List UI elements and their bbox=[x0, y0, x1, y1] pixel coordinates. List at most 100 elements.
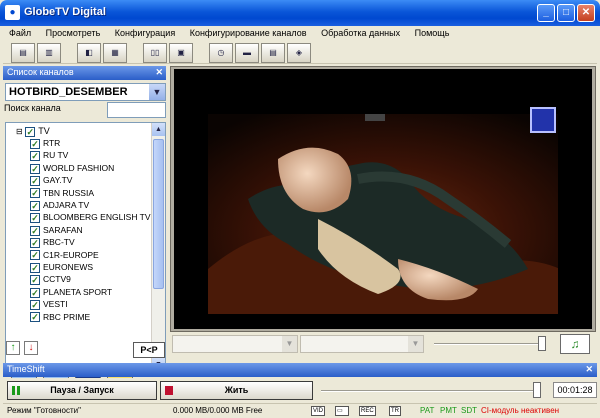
channel-list-item[interactable]: ✓ GAY.TV bbox=[30, 174, 72, 186]
schedule-icon[interactable]: ◷ bbox=[209, 43, 233, 63]
window-title: GlobeTV Digital bbox=[24, 6, 106, 18]
channel-list-item[interactable]: ✓ RU TV bbox=[30, 149, 68, 162]
channel-list-item[interactable]: ✓ SARAFAN bbox=[30, 224, 83, 236]
menu-help[interactable]: Помощь bbox=[409, 26, 456, 40]
audio-track-select[interactable]: ▼ bbox=[172, 335, 298, 353]
channel-list-header: Список каналов ✕ bbox=[3, 66, 166, 80]
close-button[interactable]: ✕ bbox=[577, 4, 595, 22]
menu-file[interactable]: Файл bbox=[3, 26, 37, 40]
channel-list-item[interactable]: ✓ RBC PRIME bbox=[30, 311, 90, 323]
channel-list-item[interactable]: ✓ EURONEWS bbox=[30, 261, 93, 273]
channel-list-close-icon[interactable]: ✕ bbox=[155, 67, 163, 78]
timeshift-close-icon[interactable]: ✕ bbox=[585, 364, 593, 375]
status-mode: Режим "Готовности" bbox=[7, 406, 81, 415]
app-globe-icon: ● bbox=[5, 5, 20, 20]
tree-root-tv[interactable]: ⊟ ✓ TV bbox=[16, 125, 50, 137]
channel-name: C1R-EUROPE bbox=[43, 249, 99, 260]
channel-checkbox[interactable]: ✓ bbox=[30, 151, 40, 162]
chevron-down-icon[interactable]: ▼ bbox=[149, 84, 165, 100]
vid-badge: VID bbox=[311, 406, 326, 416]
dual-screen-icon[interactable]: ▯▯ bbox=[143, 43, 167, 63]
channel-checkbox[interactable]: ✓ bbox=[30, 312, 40, 323]
scroll-up-icon[interactable]: ▲ bbox=[152, 123, 165, 136]
record-icon[interactable]: ◧ bbox=[77, 43, 101, 63]
ci-module-status: CI-модуль неактивен bbox=[481, 406, 560, 415]
channel-list-item[interactable]: ✓ VESTI bbox=[30, 298, 68, 310]
search-label: Поиск канала bbox=[4, 103, 61, 113]
timeshift-slider-thumb[interactable] bbox=[533, 382, 541, 398]
chevron-down-icon[interactable]: ▼ bbox=[282, 336, 297, 352]
channel-checkbox[interactable]: ✓ bbox=[30, 200, 40, 211]
scan-channels-icon[interactable]: ▤ bbox=[11, 43, 35, 63]
rec-badge: REC bbox=[359, 406, 376, 416]
menu-configuration[interactable]: Конфигурация bbox=[109, 26, 181, 40]
channel-list-item[interactable]: ✓ RBC-TV bbox=[30, 236, 75, 248]
channel-checkbox[interactable]: ✓ bbox=[30, 250, 40, 261]
channel-checkbox[interactable]: ✓ bbox=[30, 262, 40, 273]
channel-list-item[interactable]: ✓ CCTV9 bbox=[30, 273, 71, 286]
channel-checkbox[interactable]: ✓ bbox=[30, 213, 40, 224]
chevron-down-icon[interactable]: ▼ bbox=[408, 336, 423, 352]
channel-list-item[interactable]: ✓ PLANETA SPORT bbox=[30, 286, 112, 298]
channel-checkbox[interactable]: ✓ bbox=[30, 175, 40, 186]
channel-list-item[interactable]: ✓ BLOOMBERG ENGLISH TV bbox=[30, 211, 151, 224]
search-input[interactable] bbox=[107, 102, 166, 118]
picture-in-picture-icon[interactable]: ▣ bbox=[169, 43, 193, 63]
audio-track-icon[interactable]: ◈ bbox=[287, 43, 311, 63]
timeshift-header: TimeShift ✕ bbox=[3, 363, 597, 377]
channel-list-item[interactable]: ✓ RTR bbox=[30, 137, 60, 149]
checkbox[interactable]: ✓ bbox=[25, 126, 36, 137]
satellite-select[interactable]: HOTBIRD_DESEMBER ▼ bbox=[5, 83, 166, 101]
pcp-button[interactable]: P<P bbox=[133, 342, 165, 358]
channel-logo-icon bbox=[530, 107, 556, 133]
video-letterbox-right bbox=[558, 69, 592, 329]
menu-channel-configuration[interactable]: Конфигурирование каналов bbox=[184, 26, 313, 40]
volume-slider-thumb[interactable] bbox=[538, 336, 546, 351]
channel-checkbox[interactable]: ✓ bbox=[30, 287, 40, 298]
stop-icon bbox=[165, 386, 173, 395]
teletext-icon[interactable]: ▤ bbox=[261, 43, 285, 63]
volume-slider-track[interactable] bbox=[434, 343, 544, 345]
channel-name: TBN RUSSIA bbox=[43, 187, 95, 198]
channel-list-scrollbar[interactable]: ▲ ▼ bbox=[151, 123, 165, 371]
move-up-button[interactable]: ↑ bbox=[6, 341, 20, 355]
move-down-button[interactable]: ↓ bbox=[24, 341, 38, 355]
live-button[interactable]: Жить bbox=[160, 381, 313, 400]
menu-view[interactable]: Просмотреть bbox=[40, 26, 107, 40]
channel-checkbox[interactable]: ✓ bbox=[30, 188, 40, 199]
channel-list-item[interactable]: ✓ ADJARA TV bbox=[30, 199, 89, 211]
pause-resume-label: Пауза / Запуск bbox=[50, 385, 114, 395]
channel-name: BLOOMBERG ENGLISH TV bbox=[43, 212, 151, 223]
channel-name: RBC-TV bbox=[43, 237, 75, 248]
video-frame bbox=[170, 66, 596, 332]
channel-checkbox[interactable]: ✓ bbox=[30, 138, 40, 149]
channel-checkbox[interactable]: ✓ bbox=[30, 237, 40, 248]
channel-list-icon[interactable]: ▥ bbox=[37, 43, 61, 63]
channel-name: SARAFAN bbox=[43, 224, 83, 235]
channel-list-item[interactable]: ✓ WORLD FASHION bbox=[30, 162, 114, 174]
pat-indicator: PAT bbox=[420, 406, 435, 415]
minimize-button[interactable]: _ bbox=[537, 4, 555, 22]
channel-list-item[interactable]: ✓ C1R-EUROPE bbox=[30, 249, 99, 261]
collapse-icon[interactable]: ⊟ bbox=[16, 127, 23, 136]
epg-icon[interactable]: ▬ bbox=[235, 43, 259, 63]
subtitle-select[interactable]: ▼ bbox=[300, 335, 424, 353]
channel-checkbox[interactable]: ✓ bbox=[30, 163, 40, 174]
channel-checkbox[interactable]: ✓ bbox=[30, 275, 40, 286]
scroll-thumb[interactable] bbox=[153, 139, 164, 289]
timeshift-slider-track[interactable] bbox=[321, 390, 539, 392]
maximize-button[interactable]: □ bbox=[557, 4, 575, 22]
channel-list-item[interactable]: ✓ TBN RUSSIA bbox=[30, 187, 94, 199]
channel-checkbox[interactable]: ✓ bbox=[30, 299, 40, 310]
video-display[interactable] bbox=[208, 69, 560, 329]
status-bar: Режим "Готовности" 0.000 MB/0.000 MB Fre… bbox=[3, 403, 597, 418]
audio-mode-button[interactable]: ♫ bbox=[560, 334, 590, 354]
sdt-indicator: SDT bbox=[461, 406, 477, 415]
channel-name: RBC PRIME bbox=[43, 311, 91, 322]
live-label: Жить bbox=[224, 385, 249, 395]
menu-data-processing[interactable]: Обработка данных bbox=[315, 26, 406, 40]
status-disk-size: 0.000 MB/0.000 MB Free bbox=[173, 406, 263, 415]
pause-resume-button[interactable]: Пауза / Запуск bbox=[7, 381, 157, 400]
playback-icon[interactable]: ▦ bbox=[103, 43, 127, 63]
channel-checkbox[interactable]: ✓ bbox=[30, 225, 40, 236]
